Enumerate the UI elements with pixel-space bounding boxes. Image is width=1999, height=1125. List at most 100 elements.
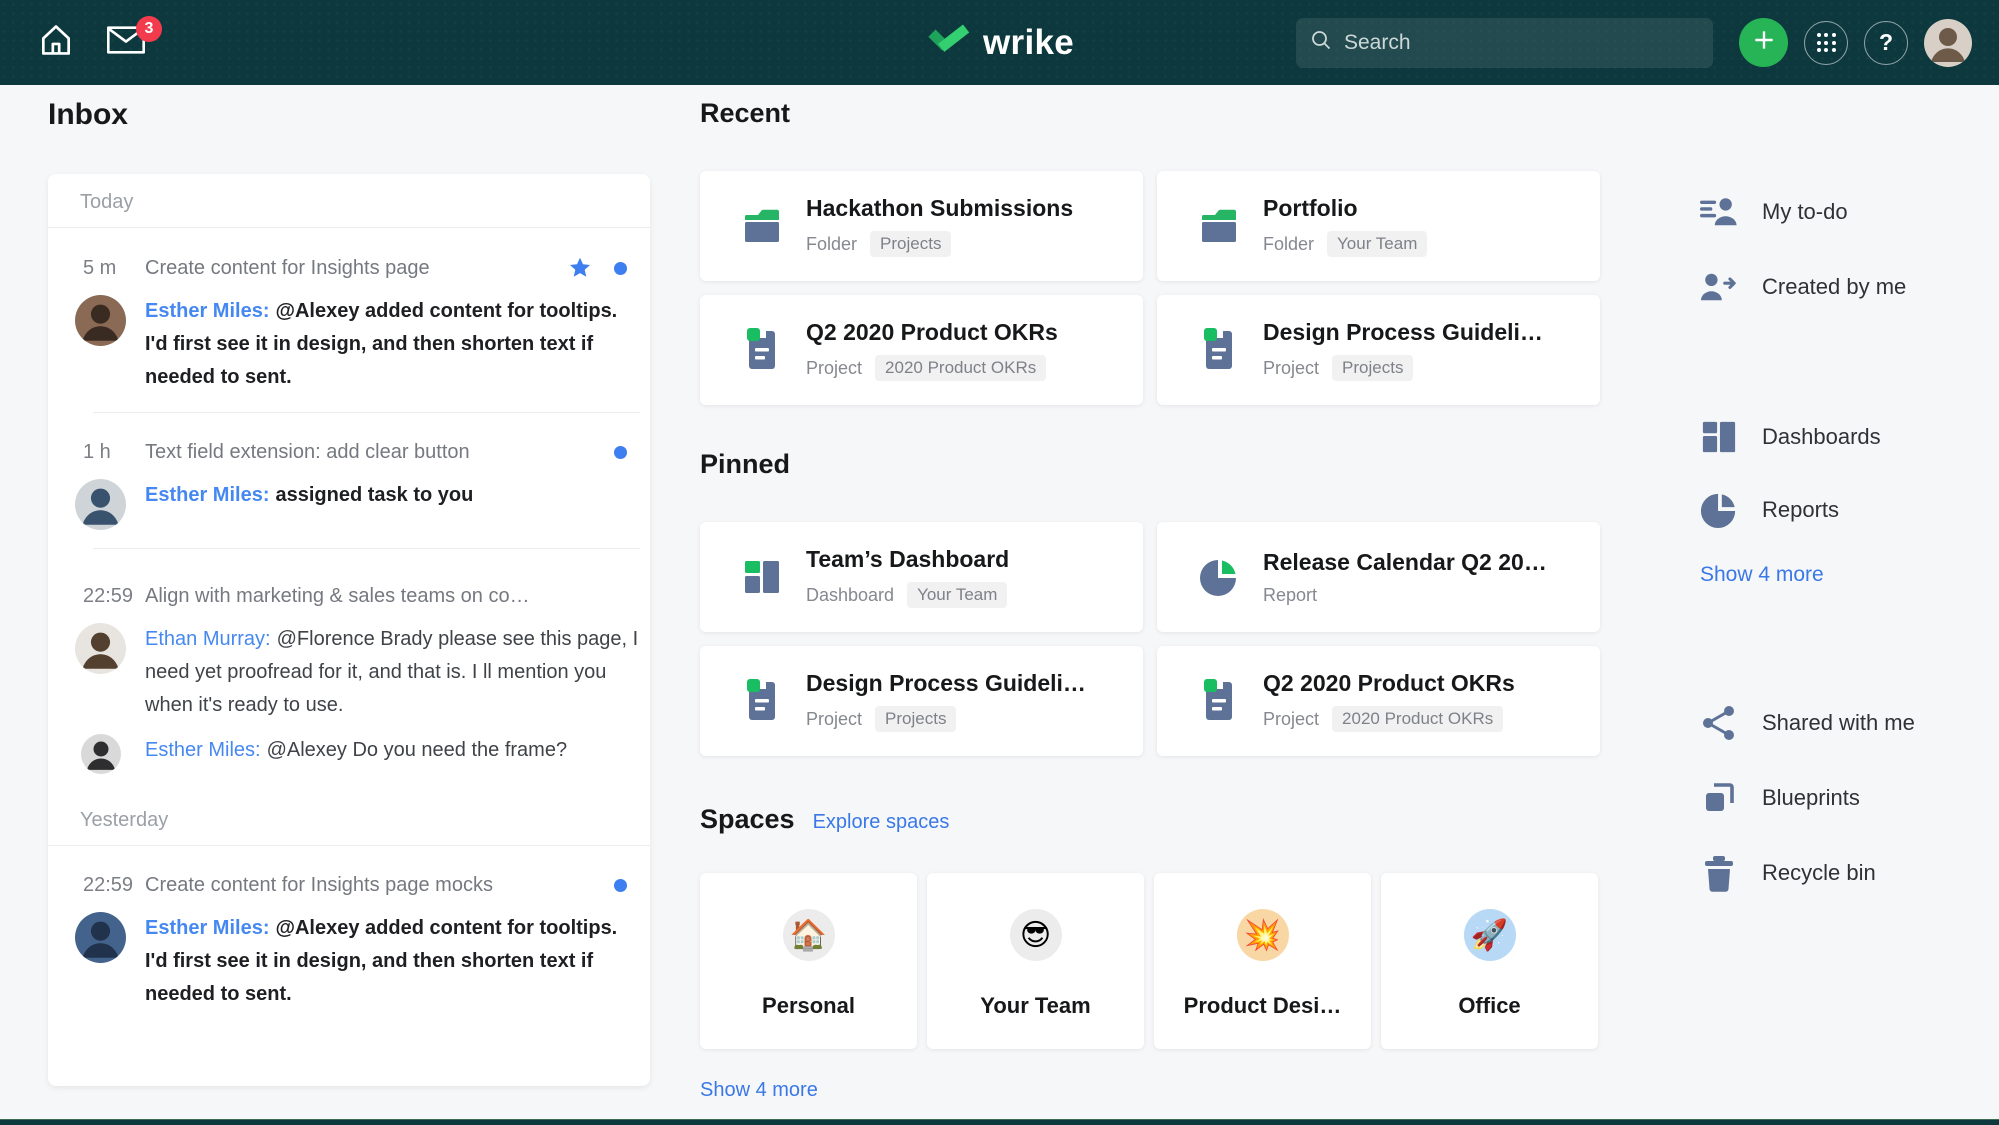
sidebar-item-shared-with-me[interactable]: Shared with me (1700, 701, 1915, 745)
card-title: Q2 2020 Product OKRs (1263, 670, 1515, 696)
home-button[interactable] (36, 23, 76, 63)
notification-item[interactable]: 22:59 Create content for Insights page m… (48, 846, 650, 1029)
sidebar-label: Reports (1762, 497, 1840, 522)
sidebar-item-my-todo[interactable]: My to-do (1700, 190, 1848, 234)
recent-card-hackathon-submissions[interactable]: Hackathon Submissions Folder Projects (700, 171, 1143, 281)
card-type: Project (806, 357, 863, 378)
shared-with-me-icon (1700, 704, 1738, 742)
add-new-button[interactable] (1739, 18, 1788, 67)
author-name[interactable]: Esther Miles: (145, 739, 261, 761)
pinned-card-teams-dashboard[interactable]: Team’s Dashboard Dashboard Your Team (700, 522, 1143, 632)
help-button[interactable]: ? (1864, 20, 1908, 65)
sidebar-show-more-link[interactable]: Show 4 more (1700, 553, 1824, 597)
recent-card-q2-okrs[interactable]: Q2 2020 Product OKRs Project 2020 Produc… (700, 295, 1143, 405)
card-type: Project (806, 708, 863, 729)
recent-card-design-process[interactable]: Design Process Guideli… Project Projects (1157, 295, 1600, 405)
unread-dot (614, 261, 627, 275)
spaces-section-title: Spaces (700, 804, 795, 834)
author-name[interactable]: Esther Miles: (145, 917, 269, 939)
notification-message: Esther Miles: @Alexey added content for t… (145, 917, 618, 1005)
star-icon[interactable] (568, 256, 592, 280)
unread-dot (614, 879, 627, 892)
pinned-card-q2-okrs[interactable]: Q2 2020 Product OKRs Project 2020 Produc… (1157, 646, 1600, 756)
card-type: Folder (1263, 233, 1315, 254)
dashboard-icon (740, 555, 784, 599)
blueprints-icon (1700, 779, 1738, 817)
inbox-group-label-yesterday: Yesterday (80, 809, 169, 831)
explore-spaces-link[interactable]: Explore spaces (813, 811, 950, 834)
search-input[interactable] (1344, 30, 1699, 55)
created-by-me-icon (1700, 268, 1738, 306)
notification-title: Align with marketing & sales teams on co… (145, 585, 530, 607)
sidebar-item-dashboards[interactable]: Dashboards (1700, 415, 1881, 459)
card-type: Report (1263, 584, 1318, 605)
recent-card-portfolio[interactable]: Portfolio Folder Your Team (1157, 171, 1600, 281)
space-card-personal[interactable]: 🏠 Personal (700, 873, 917, 1049)
sidebar-item-reports[interactable]: Reports (1700, 488, 1839, 532)
reports-icon (1700, 491, 1738, 529)
card-tag[interactable]: Your Team (1327, 231, 1428, 257)
recycle-bin-icon (1700, 854, 1738, 892)
card-tag[interactable]: 2020 Product OKRs (875, 355, 1047, 381)
space-card-office[interactable]: 🚀 Office (1381, 873, 1598, 1049)
notification-time: 22:59 (83, 874, 134, 896)
pinned-card-design-process[interactable]: Design Process Guideli… Project Projects (700, 646, 1143, 756)
space-label: Product Desi… (1183, 993, 1342, 1018)
author-name[interactable]: Ethan Murray: (145, 628, 271, 650)
notification-item[interactable]: 22:59 Align with marketing & sales teams… (48, 549, 650, 792)
author-name[interactable]: Esther Miles: (145, 484, 269, 506)
card-type: Project (1263, 357, 1320, 378)
wrike-home-page: 3 wrike Search ? Inbox Today 5 m Create … (0, 0, 1999, 1125)
card-tag[interactable]: 2020 Product OKRs (1332, 706, 1504, 732)
user-avatar[interactable] (1924, 18, 1972, 67)
sidebar-label: My to-do (1762, 199, 1848, 224)
apps-button[interactable] (1804, 20, 1848, 65)
sidebar-item-created-by-me[interactable]: Created by me (1700, 265, 1906, 309)
sidebar-item-blueprints[interactable]: Blueprints (1700, 776, 1860, 820)
card-tag[interactable]: Projects (875, 706, 957, 732)
top-navbar: 3 wrike Search ? (0, 0, 1999, 85)
card-title: Design Process Guideli… (806, 670, 1086, 696)
card-tag[interactable]: Your Team (907, 582, 1008, 608)
dashboards-icon (1700, 418, 1738, 456)
folder-icon (1197, 204, 1241, 248)
pinned-cards: Team’s Dashboard Dashboard Your Team Rel… (700, 522, 1600, 756)
sidebar-label: Created by me (1762, 274, 1907, 299)
spaces-show-more-link[interactable]: Show 4 more (700, 1079, 818, 1102)
notification-time: 22:59 (83, 585, 134, 607)
main-content: Recent Hackathon Submissions Folder Proj… (700, 98, 1600, 1102)
card-type: Project (1263, 708, 1320, 729)
notification-message: Esther Miles: @Alexey Do you need the fra… (145, 739, 568, 761)
notification-message: Esther Miles: @Alexey added content for t… (145, 300, 618, 388)
collision-emoji: 💥 (1236, 909, 1289, 961)
space-card-product-design[interactable]: 💥 Product Desi… (1154, 873, 1371, 1049)
sidebar-label: Recycle bin (1762, 860, 1876, 885)
card-type: Folder (806, 233, 858, 254)
recent-section-title: Recent (700, 98, 791, 128)
avatar (75, 623, 126, 674)
notification-time: 1 h (83, 441, 111, 463)
search-box[interactable] (1296, 17, 1713, 68)
inbox-button[interactable]: 3 (106, 15, 162, 63)
add-plus-icon (1751, 27, 1777, 58)
notification-time: 5 m (83, 256, 117, 279)
card-title: Q2 2020 Product OKRs (806, 319, 1058, 345)
help-icon: ? (1878, 29, 1894, 55)
notification-item[interactable]: 1 h Text field extension: add clear butt… (48, 413, 650, 548)
bottom-edge (0, 1119, 1999, 1125)
pinned-section-title: Pinned (700, 449, 791, 479)
notification-item[interactable]: 5 m Create content for Insights page Est… (48, 228, 650, 412)
notification-title: Create content for Insights page (145, 256, 430, 279)
wrike-logo-checkmark-icon (925, 23, 973, 62)
wrike-logo-text: wrike (983, 22, 1074, 62)
space-card-your-team[interactable]: 😎 Your Team (927, 873, 1144, 1049)
wrike-logo[interactable]: wrike (925, 0, 1074, 85)
sidebar-item-recycle-bin[interactable]: Recycle bin (1700, 851, 1876, 895)
card-tag[interactable]: Projects (870, 231, 952, 257)
rocket-emoji: 🚀 (1463, 909, 1516, 961)
card-tag[interactable]: Projects (1332, 355, 1414, 381)
pinned-card-release-calendar[interactable]: Release Calendar Q2 20… Report (1157, 522, 1600, 632)
card-title: Team’s Dashboard (806, 546, 1010, 572)
house-emoji: 🏠 (782, 909, 835, 961)
author-name[interactable]: Esther Miles: (145, 300, 269, 322)
